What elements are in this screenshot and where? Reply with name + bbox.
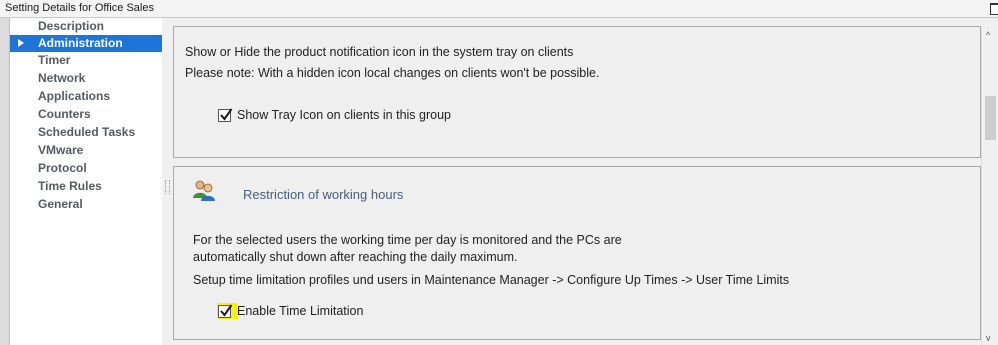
sidebar-item-counters[interactable]: Counters [10,106,162,123]
restriction-heading: Restriction of working hours [243,187,404,202]
sidebar-item-general[interactable]: General [10,196,162,213]
sidebar-item-description[interactable]: Description [10,18,162,35]
restriction-description-line2: automatically shut down after reaching t… [193,250,518,264]
checkmark-icon [220,304,233,317]
sidebar-item-administration[interactable]: Administration [10,35,162,52]
selected-arrow-icon [18,39,24,47]
sidebar-item-vmware[interactable]: VMware [10,142,162,159]
sidebar-item-scheduled-tasks[interactable]: Scheduled Tasks [10,124,162,141]
sidebar-item-label: Counters [38,107,91,121]
window-title: Setting Details for Office Sales [5,2,154,14]
restriction-description-line1: For the selected users the working time … [193,233,622,247]
tray-description-line2: Please note: With a hidden icon local ch… [185,66,600,80]
show-tray-icon-checkbox[interactable] [218,108,233,122]
sidebar-item-time-rules[interactable]: Time Rules [10,178,162,195]
sidebar-item-label: Scheduled Tasks [38,125,136,139]
splitter-grip-icon [165,180,170,194]
sidebar-item-protocol[interactable]: Protocol [10,160,162,177]
show-tray-icon-label[interactable]: Show Tray Icon on clients in this group [237,108,451,122]
enable-time-limitation-label[interactable]: Enable Time Limitation [237,304,363,318]
sidebar-item-label: Time Rules [38,179,102,193]
sidebar-item-label: Administration [38,36,123,50]
pane-splitter[interactable] [162,18,172,345]
enable-time-limitation-checkbox[interactable] [218,304,233,318]
scrollbar-thumb[interactable] [985,96,996,140]
sidebar-item-label: Applications [38,89,111,103]
scroll-up-icon[interactable]: ^ [986,30,990,40]
sidebar-item-label: Protocol [38,161,87,175]
sidebar-item-label: General [38,197,83,211]
scroll-down-icon[interactable]: v [986,333,991,343]
tray-icon-panel: Show or Hide the product notification ic… [173,26,981,158]
users-icon [193,180,215,201]
tray-description-line1: Show or Hide the product notification ic… [185,45,574,59]
maximize-icon[interactable] [990,3,998,15]
sidebar-item-label: Timer [38,53,71,67]
left-edge-bar [0,18,10,345]
sidebar-item-network[interactable]: Network [10,70,162,87]
sidebar-item-label: Network [38,71,86,85]
restriction-panel: Restriction of working hours For the sel… [173,166,981,340]
sidebar-item-label: Description [38,19,105,33]
sidebar-item-applications[interactable]: Applications [10,88,162,105]
sidebar-item-timer[interactable]: Timer [10,52,162,69]
vertical-scrollbar[interactable]: ^ v [981,26,998,345]
window-titlebar: Setting Details for Office Sales [0,0,998,18]
settings-sidebar: Description Administration Timer Network… [10,18,163,345]
restriction-setup-text: Setup time limitation profiles und users… [193,273,790,287]
checkmark-icon [220,108,233,121]
sidebar-item-label: VMware [38,143,84,157]
